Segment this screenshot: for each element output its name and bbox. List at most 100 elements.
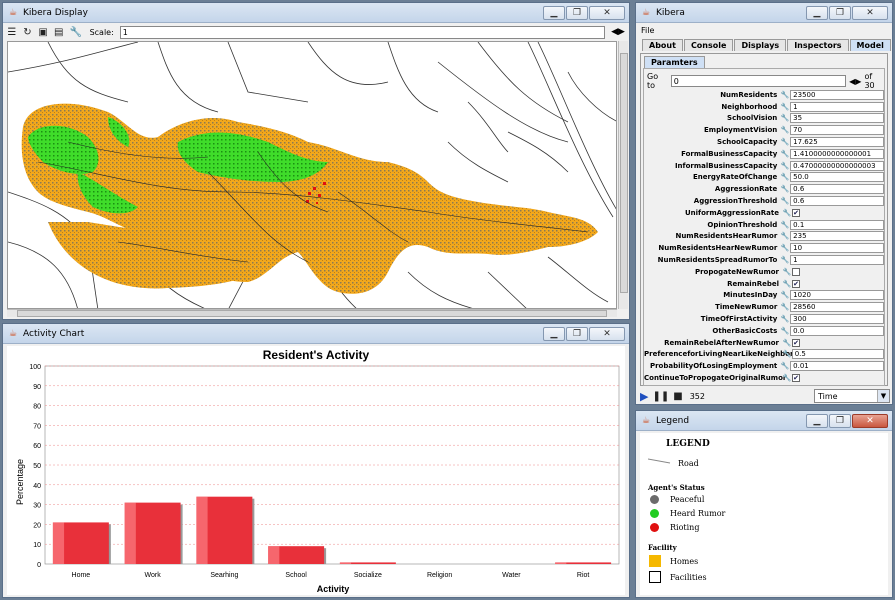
param-value-field[interactable]: 235: [790, 231, 884, 242]
wrench-icon[interactable]: 🔧: [780, 185, 790, 193]
param-value-field[interactable]: 10: [790, 243, 884, 254]
maximize-button[interactable]: ❐: [829, 5, 851, 20]
param-value-field[interactable]: 50.0: [790, 172, 884, 183]
kibera-map[interactable]: [7, 41, 617, 309]
wrench-icon[interactable]: 🔧: [782, 350, 792, 358]
maximize-button[interactable]: ❐: [829, 413, 851, 428]
param-value-field[interactable]: 0.6: [790, 196, 884, 207]
wrench-icon[interactable]: 🔧: [780, 103, 790, 111]
map-vertical-scrollbar[interactable]: [618, 41, 628, 309]
wrench-icon[interactable]: 🔧: [780, 232, 790, 240]
param-checkbox[interactable]: ✔: [792, 338, 800, 347]
wrench-icon[interactable]: 🔧: [780, 114, 790, 122]
param-checkbox[interactable]: ✔: [792, 208, 800, 217]
chart-titlebar[interactable]: ☕ Activity Chart ▁ ❐ ✕: [3, 324, 629, 344]
display-titlebar[interactable]: ☕ Kibera Display ▁ ❐ ✕: [3, 3, 629, 23]
maximize-button[interactable]: ❐: [566, 5, 588, 20]
minimize-button[interactable]: ▁: [806, 5, 828, 20]
refresh-icon[interactable]: ↻: [23, 27, 33, 38]
param-value-field[interactable]: 70: [790, 125, 884, 136]
wrench-icon[interactable]: 🔧: [782, 209, 792, 217]
minimize-button[interactable]: ▁: [806, 413, 828, 428]
param-checkbox[interactable]: [792, 267, 800, 276]
param-value-field[interactable]: 0.1: [790, 219, 884, 230]
param-label: PropogateNewRumor: [694, 267, 779, 276]
goto-input[interactable]: 0: [670, 75, 847, 87]
param-value-field[interactable]: 17.625: [790, 137, 884, 148]
wrench-icon[interactable]: 🔧: [780, 126, 790, 134]
param-value-field[interactable]: 1: [790, 101, 884, 112]
legend-heard-rumor: Heard Rumor: [670, 509, 726, 518]
map-horizontal-scrollbar[interactable]: [7, 309, 617, 317]
close-button[interactable]: ✕: [589, 5, 625, 20]
wrench-icon[interactable]: 🔧: [780, 244, 790, 252]
wrench-icon[interactable]: 🔧: [780, 138, 790, 146]
wrench-icon[interactable]: 🔧: [780, 91, 790, 99]
param-value-field[interactable]: 0.47000000000000003: [790, 160, 884, 171]
camera-icon[interactable]: ▣: [38, 27, 48, 38]
close-button[interactable]: ✕: [852, 413, 888, 428]
param-value-field[interactable]: 0.0: [790, 325, 884, 336]
facility-heading: Facility: [648, 543, 677, 552]
wrench-icon[interactable]: 🔧: [780, 256, 790, 264]
param-value-field[interactable]: 23500: [790, 89, 884, 100]
param-checkbox[interactable]: ✔: [792, 374, 800, 383]
scale-input[interactable]: 1: [119, 25, 606, 39]
legend-titlebar[interactable]: ☕ Legend ▁ ❐ ✕: [636, 411, 892, 431]
param-value-field[interactable]: 1: [790, 255, 884, 266]
param-row: TimeOfFirstActivity 🔧 300: [644, 313, 884, 325]
param-value-field[interactable]: 300: [790, 314, 884, 325]
wrench-icon[interactable]: 🔧: [782, 374, 792, 382]
movie-icon[interactable]: ▤: [54, 27, 64, 38]
param-value-field[interactable]: 35: [790, 113, 884, 124]
wrench-icon[interactable]: 🔧: [782, 339, 792, 347]
wrench-icon[interactable]: 🔧: [780, 362, 790, 370]
kibera-titlebar[interactable]: ☕ Kibera ▁ ❐ ✕: [636, 3, 892, 23]
param-value-field[interactable]: 28560: [790, 302, 884, 313]
param-value-field[interactable]: 0.6: [790, 184, 884, 195]
wrench-icon[interactable]: 🔧: [780, 197, 790, 205]
stop-button[interactable]: ■: [673, 391, 682, 402]
maximize-button[interactable]: ❐: [566, 326, 588, 341]
wrench-icon[interactable]: 🔧: [780, 150, 790, 158]
tab-displays[interactable]: Displays: [734, 39, 787, 51]
scale-spinner-icon[interactable]: ◀▶: [611, 27, 625, 37]
x-tick-label: Socialize: [354, 572, 382, 579]
minimize-button[interactable]: ▁: [543, 5, 565, 20]
param-value-field[interactable]: 0.5: [791, 349, 884, 360]
minimize-button[interactable]: ▁: [543, 326, 565, 341]
wrench-icon[interactable]: 🔧: [780, 173, 790, 181]
wrench-icon[interactable]: 🔧: [780, 315, 790, 323]
menu-file[interactable]: File: [641, 26, 654, 35]
tab-console[interactable]: Console: [683, 39, 734, 51]
layers-icon[interactable]: ☰: [7, 27, 17, 38]
close-button[interactable]: ✕: [852, 5, 888, 20]
time-select[interactable]: Time ▼: [814, 389, 890, 403]
kibera-title: Kibera: [656, 7, 685, 18]
wrench-icon[interactable]: 🔧: [780, 291, 790, 299]
wrench-icon[interactable]: 🔧: [780, 303, 790, 311]
legend-homes: Homes: [670, 557, 699, 566]
wrench-icon[interactable]: 🔧: [782, 280, 792, 288]
tab-inspectors[interactable]: Inspectors: [787, 39, 849, 51]
wrench-icon[interactable]: 🔧: [780, 221, 790, 229]
close-button[interactable]: ✕: [589, 326, 625, 341]
wrench-icon[interactable]: 🔧: [780, 327, 790, 335]
wrench-icon[interactable]: 🔧: [782, 268, 792, 276]
param-checkbox[interactable]: ✔: [792, 279, 800, 288]
tab-about[interactable]: About: [642, 39, 683, 51]
pause-button[interactable]: ❚❚: [652, 391, 669, 402]
param-value-field[interactable]: 1.4100000000000001: [790, 148, 884, 159]
bar-highlight: [124, 502, 136, 564]
param-value-field[interactable]: 0.01: [790, 361, 884, 372]
tab-paramters[interactable]: Paramters: [644, 56, 705, 68]
tab-model[interactable]: Model: [849, 39, 891, 51]
param-label: FormalBusinessCapacity: [681, 149, 778, 158]
goto-spinner-icon[interactable]: ◀▶: [849, 77, 861, 86]
play-button[interactable]: ▶: [640, 390, 648, 403]
wrench-icon[interactable]: 🔧: [780, 162, 790, 170]
wrench-icon[interactable]: 🔧: [70, 27, 82, 38]
param-label: NumResidentsHearRumor: [675, 232, 778, 241]
chevron-down-icon[interactable]: ▼: [877, 390, 889, 402]
param-value-field[interactable]: 1020: [790, 290, 884, 301]
